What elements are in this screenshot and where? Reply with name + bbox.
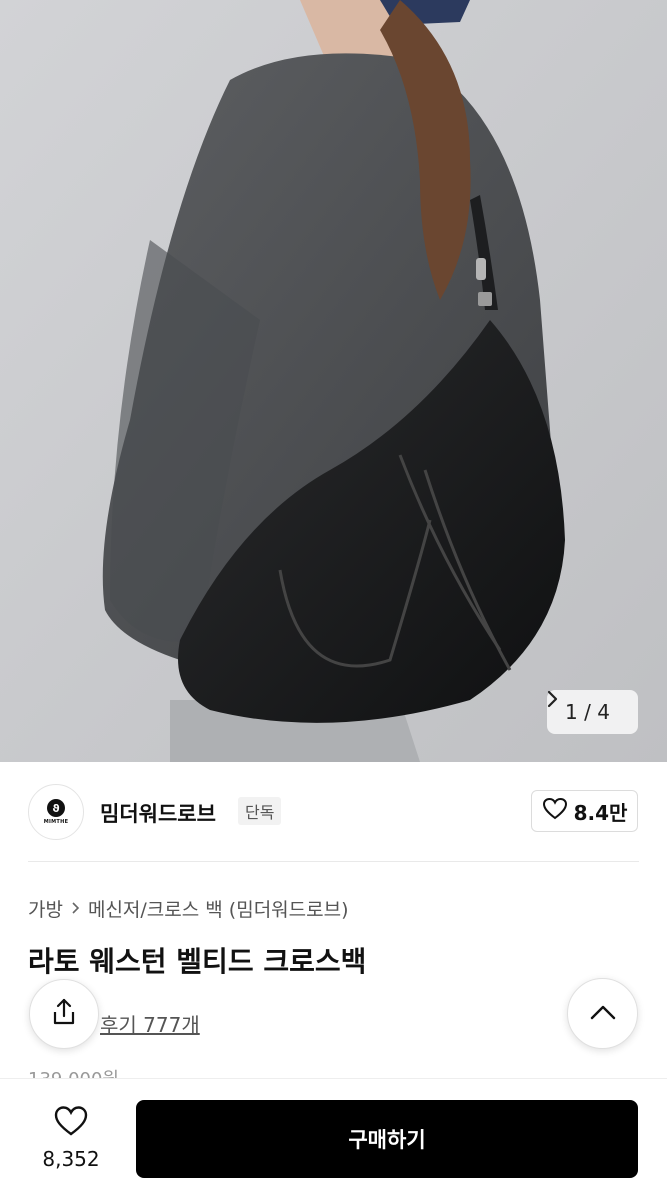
- bottom-action-bar: 8,352 구매하기: [0, 1078, 667, 1200]
- brand-logo-mark-icon: ϑ: [47, 799, 65, 817]
- brand-like-button[interactable]: 8.4만: [531, 790, 638, 832]
- image-counter-text: 1 / 4: [565, 700, 610, 724]
- buy-button[interactable]: 구매하기: [136, 1100, 638, 1178]
- product-image[interactable]: 1 / 4: [0, 0, 667, 762]
- brand-name[interactable]: 밈더워드로브: [100, 798, 216, 828]
- breadcrumb: 가방 메신저/크로스 백 (밈더워드로브): [28, 895, 349, 922]
- share-button[interactable]: [29, 979, 99, 1049]
- wishlist-count: 8,352: [42, 1147, 100, 1171]
- chevron-right-icon: [71, 898, 80, 920]
- scroll-top-button[interactable]: [567, 978, 638, 1049]
- breadcrumb-subcategory[interactable]: 메신저/크로스 백 (밈더워드로브): [88, 895, 349, 922]
- brand-row: ϑ MIMTHE 밈더워드로브 단독 8.4만: [0, 762, 667, 862]
- wishlist-button[interactable]: 8,352: [28, 1101, 114, 1175]
- brand-logo[interactable]: ϑ MIMTHE: [28, 784, 84, 840]
- brand-logo-text: MIMTHE: [43, 819, 69, 825]
- brand-like-count: 8.4만: [573, 800, 628, 825]
- heart-outline-icon: [53, 1105, 89, 1141]
- divider: [28, 861, 639, 862]
- chevron-up-icon: [590, 1004, 616, 1024]
- exclusive-badge: 단독: [238, 797, 282, 825]
- breadcrumb-category[interactable]: 가방: [28, 895, 63, 922]
- share-icon: [49, 997, 79, 1031]
- heart-outline-icon: [542, 797, 568, 826]
- review-link[interactable]: 후기 777개: [100, 1009, 200, 1038]
- product-title: 라토 웨스턴 벨티드 크로스백: [28, 945, 367, 978]
- image-counter[interactable]: 1 / 4: [547, 690, 638, 734]
- product-photo: [0, 0, 667, 762]
